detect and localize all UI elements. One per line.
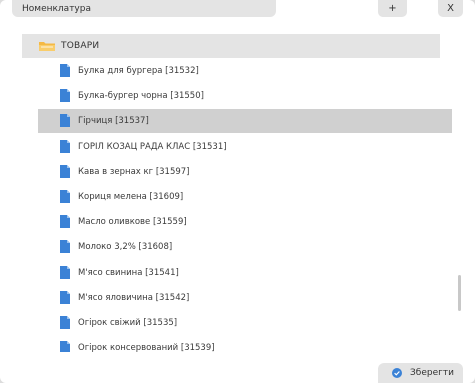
list-item[interactable]: Молоко 3,2% [31608] [38,235,452,259]
list-item-label: Кориця мелена [31609] [78,192,184,202]
list-item[interactable]: Булка для бургера [31532] [38,59,452,83]
document-icon [60,240,70,254]
document-icon [60,139,70,153]
document-icon [60,265,70,279]
list-item-label: Гірчиця [31537] [78,116,149,127]
list-item-label: Кава в зернах кг [31597] [78,166,190,177]
add-button[interactable]: + [378,0,407,17]
document-icon [60,164,70,178]
list-item[interactable]: Огірок консервований [31539] [38,336,452,352]
document-icon [60,89,70,103]
check-circle-icon [392,368,402,378]
save-button[interactable]: Зберегти [378,363,463,383]
list-item-label: ГОРІЛ КОЗАЦ РАДА КЛАС [31531] [78,141,227,152]
document-icon [60,341,70,352]
list-item-label: М'ясо свинина [31541] [78,267,179,278]
list-item-label: М'ясо яловичина [31542] [78,292,190,303]
list-item[interactable]: Кориця мелена [31609] [38,185,452,209]
list-item-label: Молоко 3,2% [31608] [78,242,173,253]
close-button[interactable]: X [438,0,463,17]
list-item-label: Огірок свіжий [31535] [78,318,178,328]
list-item[interactable]: ГОРІЛ КОЗАЦ РАДА КЛАС [31531] [38,135,452,159]
list-item[interactable]: Кава в зернах кг [31597] [38,160,452,184]
list-item[interactable]: Булка-бургер чорна [31550] [38,84,452,108]
header-title: Номенклатура [22,3,91,14]
list-item[interactable]: М'ясо яловичина [31542] [38,286,452,310]
document-icon [60,290,70,304]
scrollbar-thumb[interactable] [458,275,461,311]
document-icon [60,190,70,203]
list-item-label: Огірок консервований [31539] [78,343,215,352]
folder-label: ТОВАРИ [61,41,100,51]
list-item[interactable]: Огірок свіжий [31535] [38,311,452,335]
list-item[interactable]: М'ясо свинина [31541] [38,261,452,285]
list-item-label: Масло оливкове [31559] [78,217,187,228]
save-label: Зберегти [410,368,454,378]
nomenclature-dialog: Номенклатура + X ТОВАРИ Булка для бургер… [0,0,475,383]
document-icon [60,114,70,128]
document-icon [60,215,70,229]
search-field[interactable]: Номенклатура [12,0,276,17]
document-icon [60,64,70,77]
folder-icon [39,42,55,51]
list-item[interactable]: Масло оливкове [31559] [38,210,452,234]
list-item-label: Булка для бургера [31532] [78,66,199,76]
document-icon [60,316,70,329]
list-item-label: Булка-бургер чорна [31550] [78,91,204,102]
folder-row-tovary[interactable]: ТОВАРИ [22,34,440,58]
tree-list: ТОВАРИ Булка для бургера [31532] Булка-бу… [22,30,452,352]
list-item[interactable]: Гірчиця [31537] [38,109,452,134]
